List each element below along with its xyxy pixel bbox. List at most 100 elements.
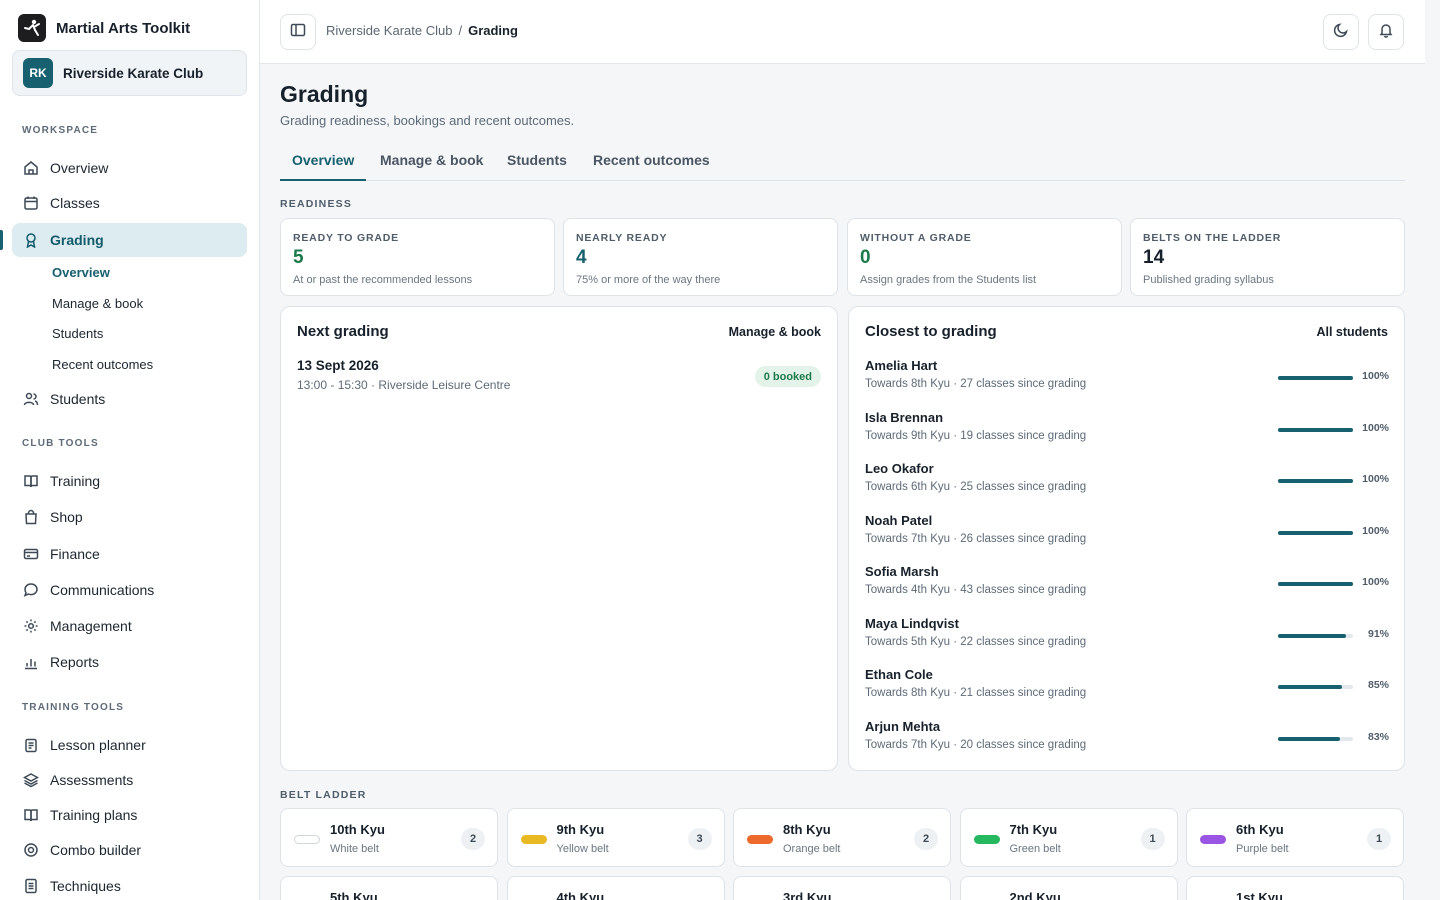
notifications-button[interactable] [1368,14,1404,50]
tab-recent-outcomes[interactable]: Recent outcomes [593,152,710,168]
tab-students[interactable]: Students [507,152,567,168]
belt-card[interactable]: 9th Kyu Yellow belt 3 [506,808,725,867]
closest-to-grading-panel: Closest to grading All students Amelia H… [848,306,1405,771]
grading-date: 13 Sept 2026 [297,358,379,373]
sidebar-item-grading[interactable]: Grading [12,223,247,257]
sidebar-item-label: Training plans [50,807,138,823]
progress-track [1278,427,1353,432]
student-row[interactable]: Sofia Marsh Towards 4th Kyu · 43 classes … [865,564,1389,604]
app-title: Martial Arts Toolkit [56,19,191,37]
sidebar-item-classes[interactable]: Classes [12,186,247,220]
sidebar-subitem-recent-outcomes[interactable]: Recent outcomes [52,357,153,372]
student-detail: Towards 8th Kyu · 21 classes since gradi… [865,687,1087,699]
club-avatar: RK [23,58,53,88]
sidebar-item-label: Training [50,473,101,489]
progress-percent: 100% [1362,576,1389,588]
belt-ladder-heading: BELT LADDER [280,789,367,801]
progress-fill [1278,736,1341,741]
document-icon [22,877,40,895]
student-name: Amelia Hart [865,358,938,373]
sidebar-item-lesson-planner[interactable]: Lesson planner [12,728,247,762]
student-row[interactable]: Leo Okafor Towards 6th Kyu · 25 classes s… [865,461,1389,501]
users-icon [22,390,40,408]
progress-fill [1278,633,1347,638]
tab-manage-book[interactable]: Manage & book [380,152,483,168]
student-row[interactable]: Amelia Hart Towards 8th Kyu · 27 classes … [865,358,1389,398]
belt-student-count: 2 [914,828,938,850]
sidebar-item-management[interactable]: Management [12,609,247,643]
brand[interactable]: Martial Arts Toolkit [18,14,190,42]
sidebar-item-students[interactable]: Students [12,382,247,416]
sidebar-item-label: Classes [50,195,100,211]
sidebar-item-communications[interactable]: Communications [12,573,247,607]
sidebar-subitem-overview[interactable]: Overview [52,265,110,280]
progress-track [1278,633,1353,638]
sidebar-item-label: Overview [50,160,109,176]
training-tools-section-label: TRAINING TOOLS [22,702,125,713]
belt-card[interactable]: 5th Kyu [280,876,498,900]
active-indicator [0,230,3,250]
student-row[interactable]: Noah Patel Towards 7th Kyu · 26 classes s… [865,513,1389,553]
progress-track [1278,685,1353,689]
active-tab-underline [280,179,366,181]
sidebar-subitem-manage-book[interactable]: Manage & book [52,296,143,311]
sidebar-item-training[interactable]: Training [12,464,247,498]
progress-percent: 100% [1362,473,1389,485]
student-detail: Towards 8th Kyu · 27 classes since gradi… [865,378,1087,390]
stat-card: NEARLY READY 4 75% or more of the way ther… [563,218,838,296]
belt-card[interactable]: 8th Kyu Orange belt 2 [733,808,951,867]
student-row[interactable]: Maya Lindqvist Towards 5th Kyu · 22 class… [865,616,1389,656]
progress-track [1278,530,1353,535]
belt-name: 6th Kyu [1236,822,1284,837]
sidebar-item-assessments[interactable]: Assessments [12,763,247,797]
sidebar-item-label: Students [50,391,106,407]
layers-icon [22,771,40,789]
student-row[interactable]: Ethan Cole Towards 8th Kyu · 21 classes s… [865,667,1389,707]
breadcrumb-parent[interactable]: Riverside Karate Club [326,23,452,38]
manage-book-link[interactable]: Manage & book [729,325,821,339]
sidebar-item-label: Reports [50,654,100,670]
progress-fill [1278,427,1353,432]
student-row[interactable]: Arjun Mehta Towards 7th Kyu · 20 classes … [865,719,1389,759]
belt-card[interactable]: 1st Kyu [1186,876,1404,900]
sidebar-item-reports[interactable]: Reports [12,645,247,679]
sidebar-item-combo-builder[interactable]: Combo builder [12,833,247,867]
progress-percent: 100% [1362,370,1389,382]
belt-swatch-icon [973,835,1000,844]
belt-card[interactable]: 4th Kyu [506,876,725,900]
belt-name: 5th Kyu [330,890,378,900]
belt-student-count: 1 [1367,828,1391,850]
sidebar-item-techniques[interactable]: Techniques [12,869,247,900]
tab-overview[interactable]: Overview [292,152,354,168]
sidebar-item-overview[interactable]: Overview [12,151,247,185]
student-detail: Towards 9th Kyu · 19 classes since gradi… [865,429,1087,442]
belt-card[interactable]: 6th Kyu Purple belt 1 [1186,808,1404,867]
student-detail: Towards 5th Kyu · 22 classes since gradi… [865,635,1087,648]
theme-toggle-button[interactable] [1323,14,1359,50]
student-name: Noah Patel [865,512,933,528]
belt-name: 9th Kyu [556,822,605,837]
toggle-sidebar-button[interactable] [280,14,316,50]
student-row[interactable]: Isla Brennan Towards 9th Kyu · 19 classes… [865,410,1389,450]
belt-card[interactable]: 7th Kyu Green belt 1 [959,808,1178,867]
belt-name: 10th Kyu [330,822,385,837]
belt-swatch-icon [747,835,773,844]
sidebar-item-training-plans[interactable]: Training plans [12,798,247,832]
breadcrumb: Riverside Karate Club / Grading [326,23,518,38]
all-students-link[interactable]: All students [1316,325,1388,339]
progress-track [1278,479,1353,483]
bell-icon [1378,22,1394,43]
belt-student-count: 3 [687,828,712,850]
sidebar-item-finance[interactable]: Finance [12,537,247,571]
calendar-icon [22,194,40,212]
belt-card[interactable]: 3rd Kyu [733,876,951,900]
sidebar-item-shop[interactable]: Shop [12,500,247,534]
club-switcher[interactable]: RK Riverside Karate Club [12,50,247,96]
progress-fill [1278,582,1353,586]
club-name: Riverside Karate Club [63,65,204,81]
belt-card[interactable]: 10th Kyu White belt 2 [280,808,498,867]
sidebar-subitem-students[interactable]: Students [52,326,103,341]
page-title: Grading [280,81,369,107]
belt-card[interactable]: 2nd Kyu [959,876,1178,900]
belt-name: 4th Kyu [556,890,605,900]
